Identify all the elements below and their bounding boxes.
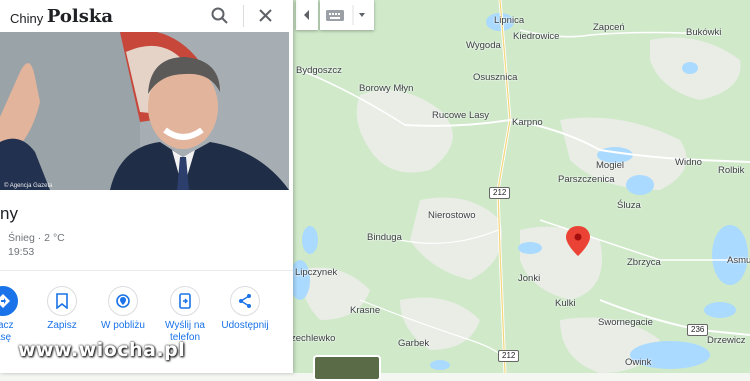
map-label-wygoda: Wygoda xyxy=(466,40,501,51)
map-label-kulki: Kulki xyxy=(555,298,576,309)
map-label-kiedrowice: Kiedrowice xyxy=(513,31,560,42)
place-panel: Chiny Polska © Agencja Gazeta ny Śnieg ·… xyxy=(0,0,293,373)
satellite-layer-thumbnail[interactable] xyxy=(313,355,381,381)
map-label-binduga: Binduga xyxy=(367,232,402,243)
map-label-osusznica: Osusznica xyxy=(473,72,518,83)
map-label-zbrzyca: Zbrzyca xyxy=(627,257,661,268)
map-label-asmu: Asmu xyxy=(727,255,750,266)
map-label-borowy-mlyn: Borowy Młyn xyxy=(359,83,414,94)
share-button[interactable]: Udostępnij xyxy=(213,286,277,332)
save-label: Zapisz xyxy=(47,320,77,331)
map-label-owink: Owink xyxy=(625,357,652,368)
map-label-zapcen: Zapceń xyxy=(593,22,625,33)
share-icon xyxy=(239,294,251,308)
close-icon[interactable] xyxy=(256,6,276,26)
keyboard-icon xyxy=(326,5,365,25)
road-shield-236: 236 xyxy=(687,324,709,336)
search-box[interactable]: Chiny Polska xyxy=(0,0,293,32)
local-time: 19:53 xyxy=(8,246,35,258)
search-query-word: Polska xyxy=(46,6,114,27)
directions-icon xyxy=(0,294,10,308)
map-label-mogiel: Mogiel xyxy=(596,160,624,171)
map-label-rolbik: Rolbik xyxy=(718,165,745,176)
chevron-left-icon xyxy=(304,10,309,20)
search-icon[interactable] xyxy=(210,6,230,26)
search-query-prefix: Chiny xyxy=(10,11,44,26)
map-label-karpno: Karpno xyxy=(512,117,543,128)
search-divider xyxy=(243,5,244,27)
map-label-rucowe-lasy: Rucowe Lasy xyxy=(432,110,490,121)
dropdown-arrow-icon xyxy=(359,13,365,17)
weather-info: Śnieg · 2 °C xyxy=(8,232,65,244)
nearby-button[interactable]: W pobliżu xyxy=(91,286,155,332)
map-label-widno: Widno xyxy=(675,157,702,168)
place-photo[interactable]: © Agencja Gazeta xyxy=(0,32,289,190)
send-to-phone-icon xyxy=(179,293,191,309)
map-label-nierostowo: Nierostowo xyxy=(428,210,476,221)
map-label-bydgoszcz: Bydgoszcz xyxy=(296,65,342,76)
map-label-sluza: Śluza xyxy=(617,200,641,211)
map-label-zechlewko: zechlewko xyxy=(291,333,336,344)
nearby-label: W pobliżu xyxy=(101,320,145,331)
map-label-parszczenica: Parszczenica xyxy=(558,174,615,185)
collapse-panel-button[interactable] xyxy=(296,0,318,30)
search-input[interactable]: Chiny Polska xyxy=(10,6,114,28)
map-label-krasne: Krasne xyxy=(350,305,381,316)
share-label: Udostępnij xyxy=(221,320,269,331)
divider xyxy=(0,270,293,271)
map-label-bukowki: Bukówki xyxy=(686,27,722,38)
place-title: ny xyxy=(0,204,18,223)
map-label-lipczynek: Lipczynek xyxy=(295,267,338,278)
send-to-phone-button[interactable]: Wyślij na telefon xyxy=(153,286,217,344)
nearby-icon xyxy=(116,294,130,308)
road-shield-212: 212 xyxy=(489,187,511,199)
photo-credit: © Agencja Gazeta xyxy=(4,183,53,189)
map-label-lipnica: Lipnica xyxy=(494,15,525,26)
site-watermark: www.wiocha.pl xyxy=(18,339,186,361)
map-label-garbek: Garbek xyxy=(398,338,430,349)
map-label-jonki: Jonki xyxy=(518,273,541,284)
input-tools-button[interactable] xyxy=(320,0,374,30)
bookmark-icon xyxy=(56,293,68,309)
person-photo xyxy=(0,32,289,190)
map-label-swornegacie: Swornegacie xyxy=(598,317,653,328)
road-shield-212-south: 212 xyxy=(498,350,520,362)
map-label-drzewicz: Drzewicz xyxy=(707,335,746,346)
save-button[interactable]: Zapisz xyxy=(30,286,94,332)
